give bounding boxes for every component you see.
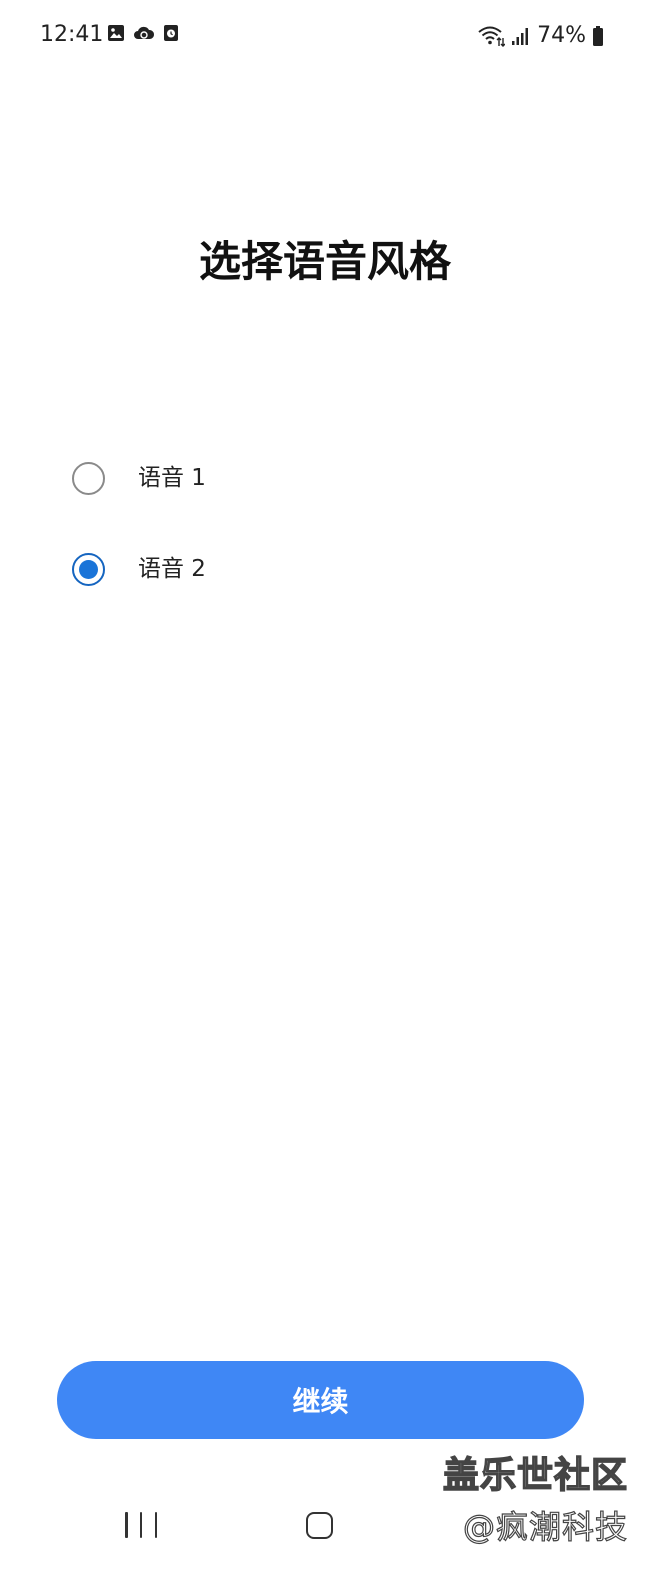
- watermark-community: 盖乐世社区: [442, 1454, 628, 1497]
- battery-percentage: 74%: [537, 23, 586, 48]
- radio-button-checked[interactable]: [72, 552, 105, 586]
- page-title: 选择语音风格: [198, 237, 451, 286]
- image-icon: [108, 25, 124, 41]
- status-bar: 12:41 74%: [0, 0, 650, 70]
- voice-options: 语音 1 语音 2: [72, 458, 592, 640]
- voice-option-1[interactable]: 语音 1: [72, 458, 592, 498]
- cloud-sync-icon: [134, 26, 155, 39]
- system-icons: 74%: [477, 22, 604, 50]
- radio-button-unchecked[interactable]: [72, 461, 105, 495]
- home-icon[interactable]: [306, 1512, 333, 1539]
- battery-icon: [593, 26, 603, 46]
- voice-option-label: 语音 2: [138, 556, 206, 582]
- recents-icon[interactable]: [125, 1512, 157, 1542]
- status-time: 12:41: [40, 22, 104, 47]
- voice-option-label: 语音 1: [138, 465, 206, 491]
- wifi-icon: [478, 26, 506, 47]
- voice-option-2[interactable]: 语音 2: [72, 549, 592, 589]
- continue-button[interactable]: 继续: [57, 1361, 584, 1439]
- signal-icon: [512, 28, 529, 45]
- notification-icons: [107, 24, 179, 42]
- alarm-card-icon: [164, 25, 178, 41]
- watermark-author: @疯潮科技: [462, 1507, 628, 1546]
